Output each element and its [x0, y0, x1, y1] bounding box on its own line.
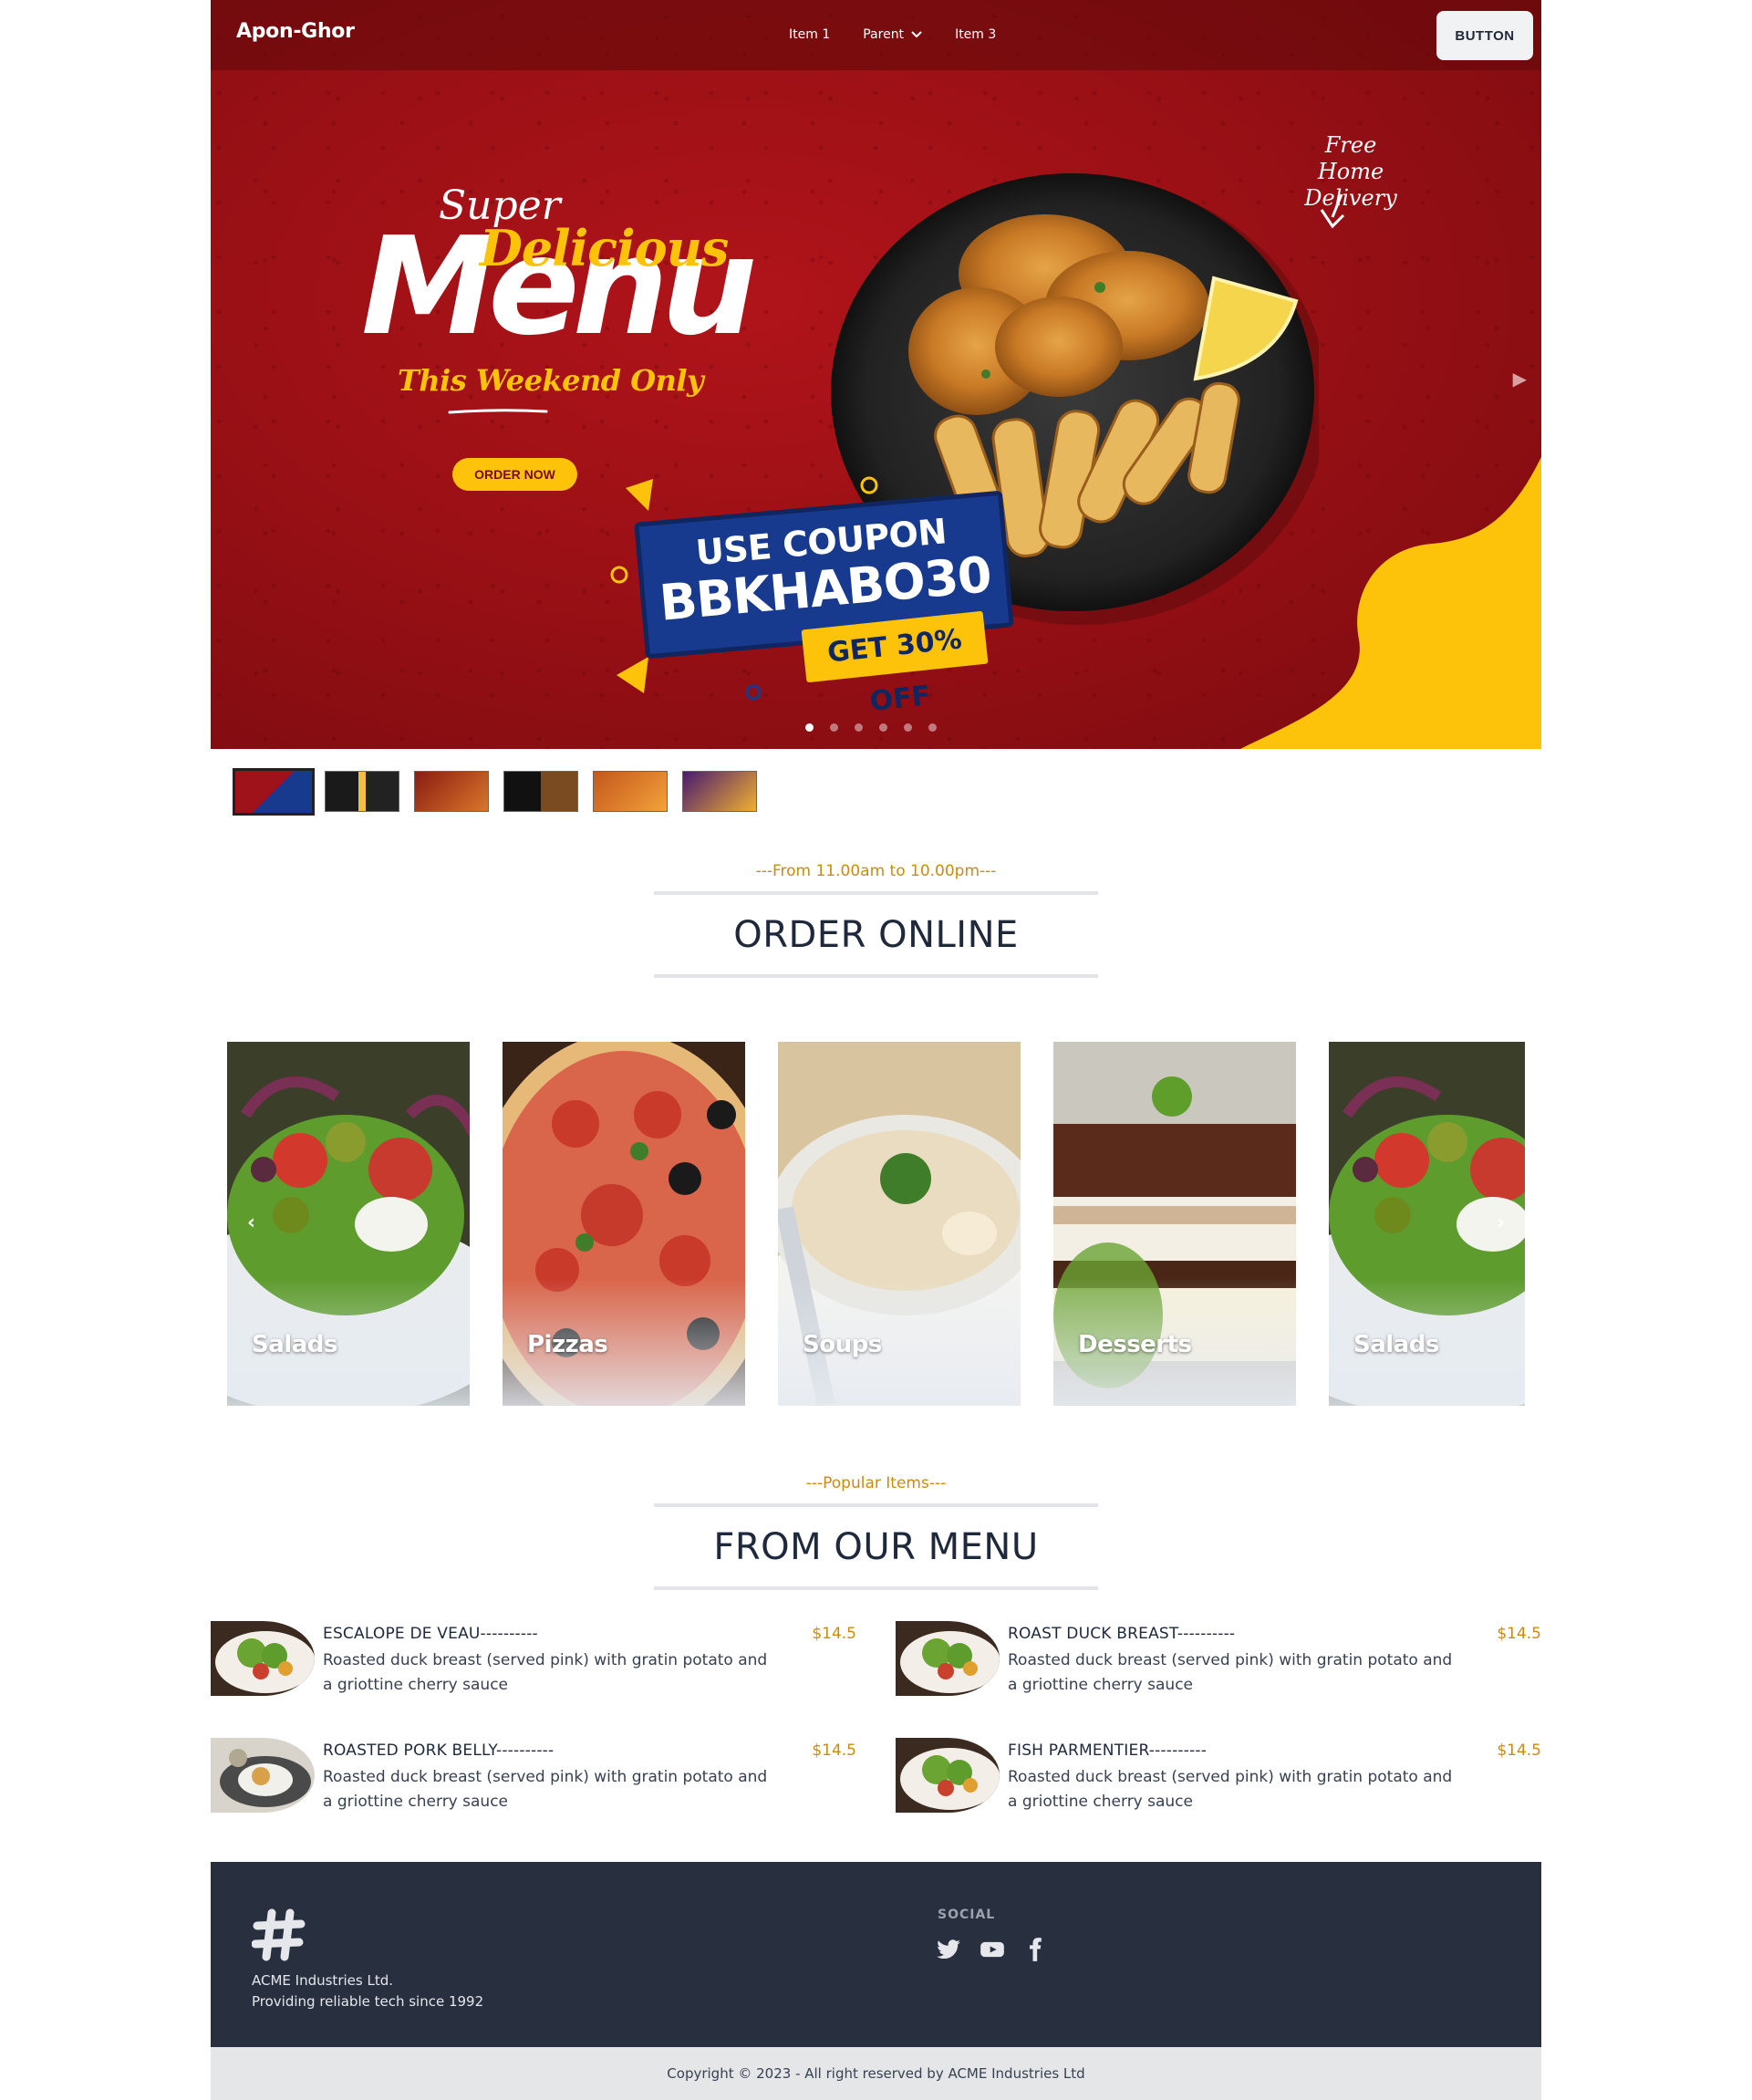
- menu-item-image: [211, 1738, 315, 1813]
- order-hours-label: ---From 11.00am to 10.00pm---: [755, 862, 997, 880]
- confetti-ring: [610, 566, 628, 584]
- hero-delicious-text: Delicious: [480, 219, 729, 277]
- menu-item-price: $14.5: [1497, 1625, 1541, 1643]
- confetti-triangle: [626, 479, 653, 511]
- confetti-ring: [745, 684, 762, 701]
- arrow-down-icon: [1320, 193, 1345, 229]
- menu-item-price: $14.5: [1497, 1741, 1541, 1760]
- menu-item-description: Roasted duck breast (served pink) with g…: [1008, 1768, 1453, 1811]
- menu-item-description: Roasted duck breast (served pink) with g…: [323, 1651, 768, 1694]
- category-card-salads-2[interactable]: Salads: [1329, 1042, 1525, 1406]
- thumbnail-4[interactable]: [503, 771, 578, 812]
- menu-item[interactable]: ESCALOPE DE VEAU---------- $14.5 Roasted…: [211, 1621, 856, 1698]
- thumbnail-1[interactable]: [233, 768, 315, 816]
- nav-button[interactable]: BUTTON: [1436, 11, 1533, 60]
- menu-item-name: FISH PARMENTIER----------: [1008, 1741, 1208, 1760]
- thumbnail-6[interactable]: [682, 771, 757, 812]
- category-card-pizzas[interactable]: Pizzas: [503, 1042, 745, 1406]
- confetti-ring: [860, 476, 878, 494]
- category-card-desserts[interactable]: Desserts: [1053, 1042, 1296, 1406]
- slide-dot[interactable]: [904, 723, 912, 732]
- menu-item-name: ESCALOPE DE VEAU----------: [323, 1625, 538, 1643]
- facebook-icon[interactable]: [1023, 1937, 1049, 1962]
- menu-item-description: Roasted duck breast (served pink) with g…: [1008, 1651, 1453, 1694]
- hero-carousel[interactable]: Super Menu Delicious This Weekend Only O…: [211, 0, 1541, 749]
- order-now-button[interactable]: ORDER NOW: [452, 458, 577, 491]
- menu-item-image: [896, 1738, 1000, 1813]
- slide-dots[interactable]: [805, 723, 937, 732]
- slide-dot[interactable]: [805, 723, 814, 732]
- social-links: [936, 1937, 1049, 1962]
- navbar: Apon-Ghor Item 1 Parent Item 3 BUTTON: [211, 0, 1541, 70]
- category-label: Salads: [252, 1331, 337, 1358]
- divider: [654, 891, 1098, 895]
- slide-dot[interactable]: [830, 723, 838, 732]
- menu-item[interactable]: FISH PARMENTIER---------- $14.5 Roasted …: [896, 1738, 1541, 1814]
- footer: ACME Industries Ltd. Providing reliable …: [211, 1862, 1541, 2047]
- hero-weekend-text: This Weekend Only: [398, 363, 704, 398]
- youtube-icon[interactable]: [980, 1937, 1005, 1962]
- thumbnail-2[interactable]: [325, 771, 399, 812]
- nav-item-parent[interactable]: Parent: [846, 24, 938, 46]
- category-card-soups[interactable]: Soups: [778, 1042, 1021, 1406]
- menu-item-name: ROAST DUCK BREAST----------: [1008, 1625, 1236, 1643]
- slide-dot[interactable]: [879, 723, 887, 732]
- confetti-triangle: [617, 657, 648, 693]
- menu-title: FROM OUR MENU: [713, 1526, 1039, 1568]
- free-delivery-text: Free Home Delivery: [1304, 132, 1397, 211]
- nav-menu: Item 1 Parent Item 3: [772, 24, 1012, 46]
- category-label: Pizzas: [527, 1331, 608, 1358]
- slide-dot[interactable]: [928, 723, 937, 732]
- menu-item-name: ROASTED PORK BELLY----------: [323, 1741, 555, 1760]
- nav-item-1[interactable]: Item 1: [772, 24, 846, 46]
- copyright-bar: Copyright © 2023 - All right reserved by…: [211, 2047, 1541, 2100]
- divider: [654, 1503, 1098, 1507]
- slide-thumbnails: [233, 768, 772, 816]
- chevron-left-icon[interactable]: ‹: [247, 1211, 255, 1234]
- menu-item-price: $14.5: [812, 1741, 856, 1760]
- category-card-salads[interactable]: Salads: [227, 1042, 470, 1406]
- menu-item[interactable]: ROASTED PORK BELLY---------- $14.5 Roast…: [211, 1738, 856, 1814]
- menu-heading: ---Popular Items--- FROM OUR MENU: [654, 1474, 1098, 1590]
- chevron-down-icon: [911, 31, 922, 38]
- menu-item[interactable]: ROAST DUCK BREAST---------- $14.5 Roaste…: [896, 1621, 1541, 1698]
- category-label: Soups: [803, 1331, 882, 1358]
- order-online-heading: ---From 11.00am to 10.00pm--- ORDER ONLI…: [654, 862, 1098, 978]
- thumbnail-3[interactable]: [414, 771, 489, 812]
- menu-item-description: Roasted duck breast (served pink) with g…: [323, 1768, 768, 1811]
- carousel-next-icon[interactable]: ▶: [1513, 368, 1527, 390]
- thumbnail-5[interactable]: [593, 771, 668, 812]
- company-info: ACME Industries Ltd. Providing reliable …: [252, 1972, 484, 2010]
- hashtag-logo-icon: [252, 1908, 306, 1961]
- nav-item-3[interactable]: Item 3: [938, 24, 1012, 46]
- divider: [654, 974, 1098, 978]
- hero-underline: [448, 409, 548, 414]
- popular-items-label: ---Popular Items---: [805, 1474, 947, 1492]
- social-heading: SOCIAL: [938, 1908, 996, 1922]
- menu-item-price: $14.5: [812, 1625, 856, 1643]
- page: Super Menu Delicious This Weekend Only O…: [211, 0, 1541, 2100]
- category-label: Salads: [1353, 1331, 1439, 1358]
- divider: [654, 1586, 1098, 1590]
- menu-item-image: [896, 1621, 1000, 1696]
- brand-logo-text[interactable]: Apon-Ghor: [236, 20, 355, 43]
- category-label: Desserts: [1078, 1331, 1192, 1358]
- slide-dot[interactable]: [855, 723, 863, 732]
- twitter-icon[interactable]: [936, 1937, 961, 1962]
- category-carousel: Salads Pizzas Soups Desserts Salads ‹ ›: [227, 1042, 1525, 1406]
- chevron-right-icon[interactable]: ›: [1497, 1211, 1505, 1234]
- order-online-title: ORDER ONLINE: [733, 914, 1019, 956]
- menu-item-image: [211, 1621, 315, 1696]
